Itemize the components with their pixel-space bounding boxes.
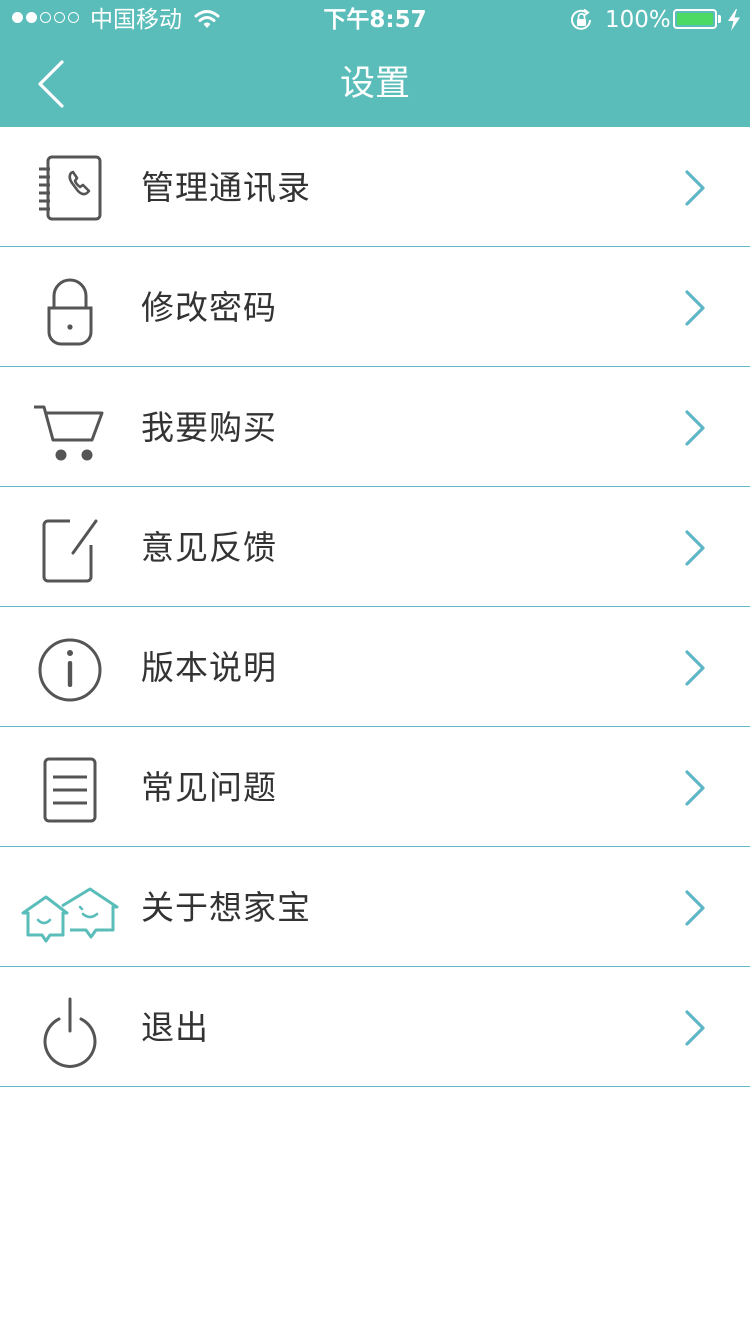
status-bar: 中国移动 下午8:57 100% [0, 0, 750, 40]
menu-item-feedback[interactable]: 意见反馈 [0, 487, 750, 607]
chevron-right-icon [685, 530, 705, 566]
chevron-right-icon [685, 890, 705, 926]
chevron-right-icon [685, 290, 705, 326]
shopping-cart-icon [20, 377, 120, 477]
lock-icon [20, 257, 120, 357]
chevron-right-icon [685, 650, 705, 686]
menu-item-label: 意见反馈 [141, 528, 277, 567]
battery-icon [673, 9, 717, 29]
menu-item-label: 修改密码 [141, 288, 277, 327]
menu-item-manage-contacts[interactable]: 管理通讯录 [0, 127, 750, 247]
chevron-left-icon [38, 60, 64, 108]
navigation-bar: 设置 [0, 40, 750, 127]
charging-bolt-icon [727, 9, 741, 35]
menu-item-label: 版本说明 [141, 648, 277, 687]
battery-terminal [718, 15, 721, 23]
menu-item-logout[interactable]: 退出 [0, 967, 750, 1087]
app-logo-icon [20, 857, 120, 957]
menu-item-faq[interactable]: 常见问题 [0, 727, 750, 847]
chevron-right-icon [685, 770, 705, 806]
menu-item-label: 关于想家宝 [141, 888, 311, 927]
menu-item-about[interactable]: 关于想家宝 [0, 847, 750, 967]
info-icon [20, 617, 120, 717]
page-title: 设置 [339, 64, 410, 104]
edit-icon [20, 497, 120, 597]
menu-item-label: 管理通讯录 [141, 168, 311, 207]
menu-item-label: 我要购买 [141, 408, 277, 447]
menu-item-label: 退出 [141, 1008, 209, 1047]
menu-item-change-password[interactable]: 修改密码 [0, 247, 750, 367]
menu-item-label: 常见问题 [141, 768, 277, 807]
back-button[interactable] [30, 58, 74, 110]
menu-item-version-notes[interactable]: 版本说明 [0, 607, 750, 727]
chevron-right-icon [685, 1010, 705, 1046]
chevron-right-icon [685, 410, 705, 446]
rotation-lock-icon [569, 8, 595, 36]
document-icon [20, 737, 120, 837]
chevron-right-icon [685, 170, 705, 206]
menu-item-purchase[interactable]: 我要购买 [0, 367, 750, 487]
app-header: 中国移动 下午8:57 100% 设置 [0, 0, 750, 127]
battery-percent: 100% [605, 7, 671, 33]
settings-menu: 管理通讯录 修改密码 我要购买 意见反馈 版本说明 常见问题 关于想家宝 退出 [0, 127, 750, 1087]
power-icon [20, 977, 120, 1077]
battery-level [677, 13, 713, 25]
address-book-icon [20, 137, 120, 237]
